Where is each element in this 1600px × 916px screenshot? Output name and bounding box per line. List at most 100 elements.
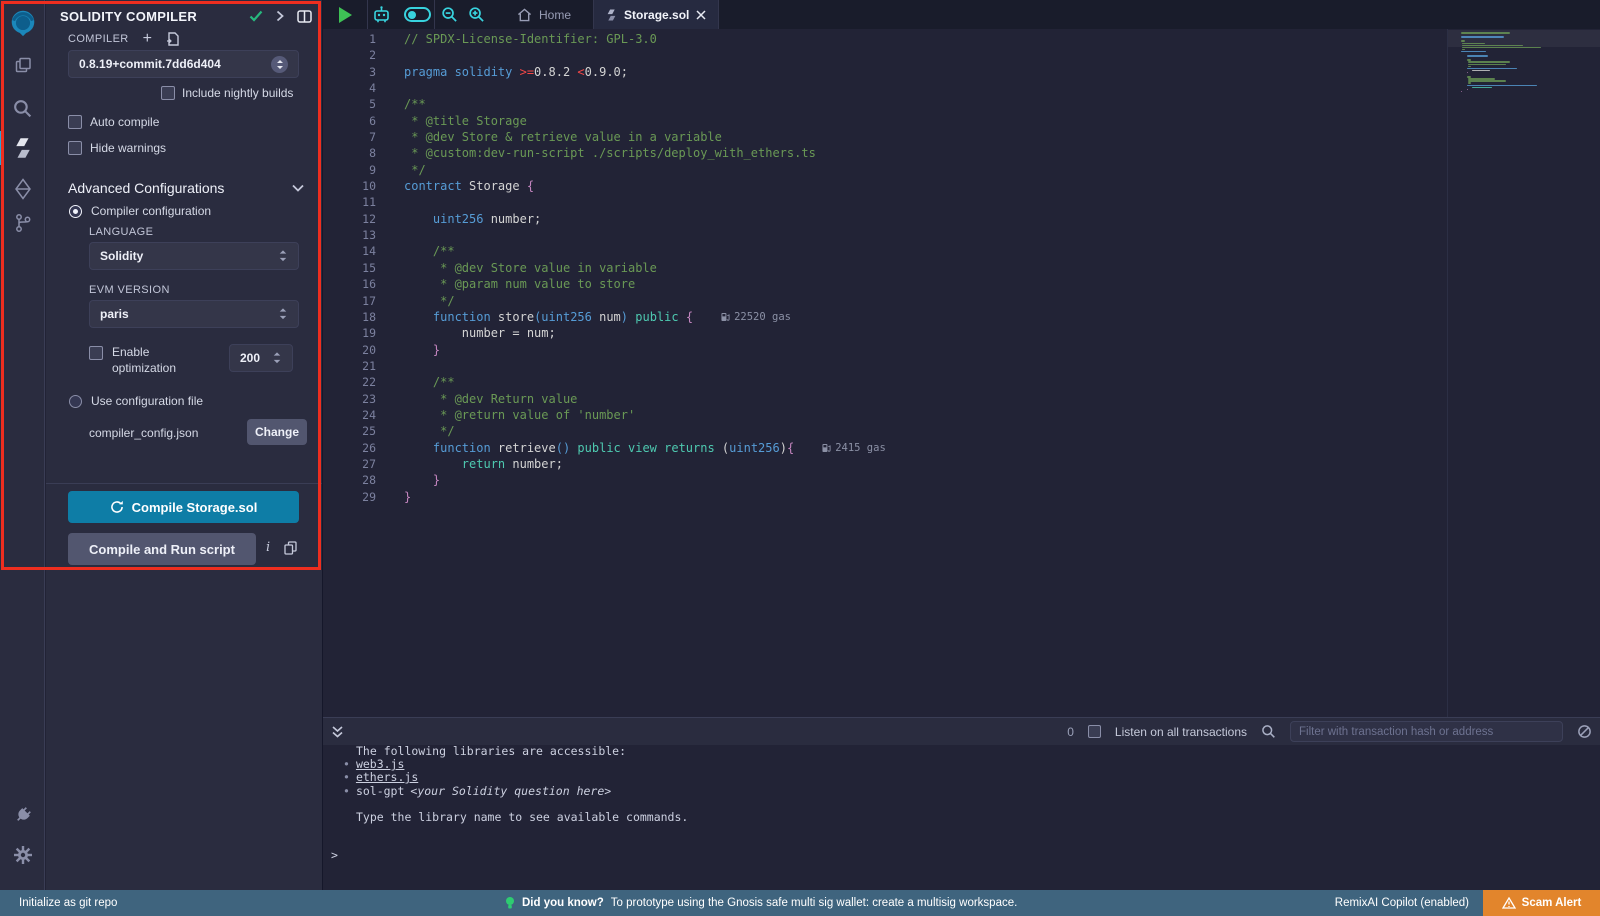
sidebar-item-settings[interactable] <box>0 842 45 868</box>
sidebar-item-plugin-manager[interactable] <box>0 802 45 828</box>
collapse-terminal-icon[interactable] <box>331 725 344 739</box>
code-line[interactable]: 3pragma solidity >=0.8.2 <0.9.0; <box>323 64 1446 80</box>
code-text <box>376 80 404 96</box>
code-text: pragma solidity >=0.8.2 <0.9.0; <box>376 64 628 80</box>
git-init-status[interactable]: Initialize as git repo <box>19 897 117 909</box>
code-line[interactable]: 20 } <box>323 342 1446 358</box>
nightly-builds-checkbox[interactable] <box>161 86 175 100</box>
code-text: } <box>376 489 411 505</box>
gas-estimate-badge[interactable]: 22520 gas <box>721 309 791 325</box>
sidebar-item-solidity-compiler[interactable] <box>0 134 45 162</box>
code-line[interactable]: 9 */ <box>323 162 1446 178</box>
optimization-runs-input[interactable]: 200 <box>229 344 293 372</box>
code-line[interactable]: 1// SPDX-License-Identifier: GPL-3.0 <box>323 31 1446 47</box>
language-select[interactable]: Solidity <box>89 242 299 270</box>
code-line[interactable]: 21 <box>323 358 1446 374</box>
hide-warnings-checkbox[interactable] <box>68 141 82 155</box>
code-line[interactable]: 27 return number; <box>323 456 1446 472</box>
code-text: /** <box>376 243 455 259</box>
code-text: * @param num value to store <box>376 276 635 292</box>
bullet: • <box>343 771 350 784</box>
code-line[interactable]: 24 * @return value of 'number' <box>323 407 1446 423</box>
auto-compile-checkbox[interactable] <box>68 115 82 129</box>
copilot-toggle[interactable] <box>404 7 431 22</box>
code-editor[interactable]: 1// SPDX-License-Identifier: GPL-3.023pr… <box>323 29 1600 717</box>
code-line[interactable]: 6 * @title Storage <box>323 113 1446 129</box>
code-line[interactable]: 26 function retrieve() public view retur… <box>323 440 1446 456</box>
code-line[interactable]: 7 * @dev Store & retrieve value in a var… <box>323 129 1446 145</box>
terminal-prompt[interactable]: > <box>331 849 338 862</box>
code-text: * @title Storage <box>376 113 527 129</box>
solidity-file-icon <box>606 8 617 22</box>
change-config-button[interactable]: Change <box>247 419 307 445</box>
line-number: 23 <box>323 391 376 407</box>
use-configuration-file-radio[interactable] <box>69 395 82 408</box>
editor-column: Home Storage.sol 1// SPDX-License-Identi… <box>322 0 1600 890</box>
code-line[interactable]: 2 <box>323 47 1446 63</box>
run-script-button[interactable] <box>323 0 367 29</box>
line-number: 26 <box>323 440 376 456</box>
tab-home[interactable]: Home <box>505 0 583 29</box>
transaction-filter-input[interactable] <box>1290 721 1563 742</box>
sidebar-item-deploy-run[interactable] <box>0 176 45 202</box>
terminal-search-icon[interactable] <box>1261 724 1276 739</box>
listen-transactions-checkbox[interactable] <box>1088 725 1101 738</box>
clear-console-icon[interactable] <box>1577 724 1592 739</box>
terminal-library-item: •web3.js <box>323 758 1600 771</box>
code-line[interactable]: 25 */ <box>323 423 1446 439</box>
code-line[interactable]: 15 * @dev Store value in variable <box>323 260 1446 276</box>
terminal[interactable]: The following libraries are accessible: … <box>323 745 1600 890</box>
code-line[interactable]: 14 /** <box>323 243 1446 259</box>
gas-estimate-badge[interactable]: 2415 gas <box>822 440 886 456</box>
copilot-status[interactable]: RemixAI Copilot (enabled) <box>1335 897 1469 909</box>
add-compiler-icon[interactable]: + <box>143 33 152 45</box>
evm-version-select[interactable]: paris <box>89 300 299 328</box>
code-text: * @dev Store value in variable <box>376 260 657 276</box>
info-icon[interactable]: i <box>266 540 270 555</box>
sidebar-item-file-explorer[interactable] <box>0 52 45 78</box>
compile-button[interactable]: Compile Storage.sol <box>68 491 299 523</box>
version-stepper-icon[interactable] <box>271 56 288 73</box>
sidebar-item-search[interactable] <box>0 95 45 121</box>
code-line[interactable]: 13 <box>323 227 1446 243</box>
ai-robot-icon[interactable] <box>371 5 392 25</box>
code-line[interactable]: 12 uint256 number; <box>323 211 1446 227</box>
code-line[interactable]: 8 * @custom:dev-run-script ./scripts/dep… <box>323 145 1446 161</box>
code-text <box>376 194 404 210</box>
code-line[interactable]: 28 } <box>323 472 1446 488</box>
line-number: 14 <box>323 243 376 259</box>
code-line[interactable]: 16 * @param num value to store <box>323 276 1446 292</box>
code-line[interactable]: 18 function store(uint256 num) public {2… <box>323 309 1446 325</box>
close-icon[interactable] <box>696 10 706 20</box>
open-file-icon[interactable] <box>166 32 179 46</box>
code-line[interactable]: 10contract Storage { <box>323 178 1446 194</box>
code-text: function retrieve() public view returns … <box>376 440 794 456</box>
sidebar-item-git[interactable] <box>0 210 45 236</box>
code-line[interactable]: 29} <box>323 489 1446 505</box>
code-line[interactable]: 5/** <box>323 96 1446 112</box>
code-line[interactable]: 17 */ <box>323 293 1446 309</box>
compile-and-run-button[interactable]: Compile and Run script <box>68 533 256 565</box>
tab-storage-sol[interactable]: Storage.sol <box>594 0 718 29</box>
code-text: */ <box>376 423 455 439</box>
split-panel-icon[interactable] <box>297 10 312 23</box>
code-line[interactable]: 19 number = num; <box>323 325 1446 341</box>
code-line[interactable]: 11 <box>323 194 1446 210</box>
chevron-right-icon[interactable] <box>276 10 284 22</box>
compiler-configuration-radio[interactable] <box>69 205 82 218</box>
remix-logo[interactable] <box>0 6 45 40</box>
zoom-out-icon[interactable] <box>441 6 458 23</box>
code-line[interactable]: 23 * @dev Return value <box>323 391 1446 407</box>
line-number: 8 <box>323 145 376 161</box>
library-link[interactable]: ethers.js <box>356 771 418 784</box>
copy-icon[interactable] <box>284 541 297 555</box>
minimap[interactable] <box>1447 29 1600 717</box>
code-line[interactable]: 4 <box>323 80 1446 96</box>
compiler-version-select[interactable]: 0.8.19+commit.7dd6d404 <box>68 50 299 78</box>
code-text: // SPDX-License-Identifier: GPL-3.0 <box>376 31 657 47</box>
scam-alert-button[interactable]: Scam Alert <box>1483 890 1600 916</box>
advanced-configurations-toggle[interactable]: Advanced Configurations <box>68 180 304 196</box>
zoom-in-icon[interactable] <box>468 6 485 23</box>
code-line[interactable]: 22 /** <box>323 374 1446 390</box>
enable-optimization-checkbox[interactable] <box>89 346 103 360</box>
